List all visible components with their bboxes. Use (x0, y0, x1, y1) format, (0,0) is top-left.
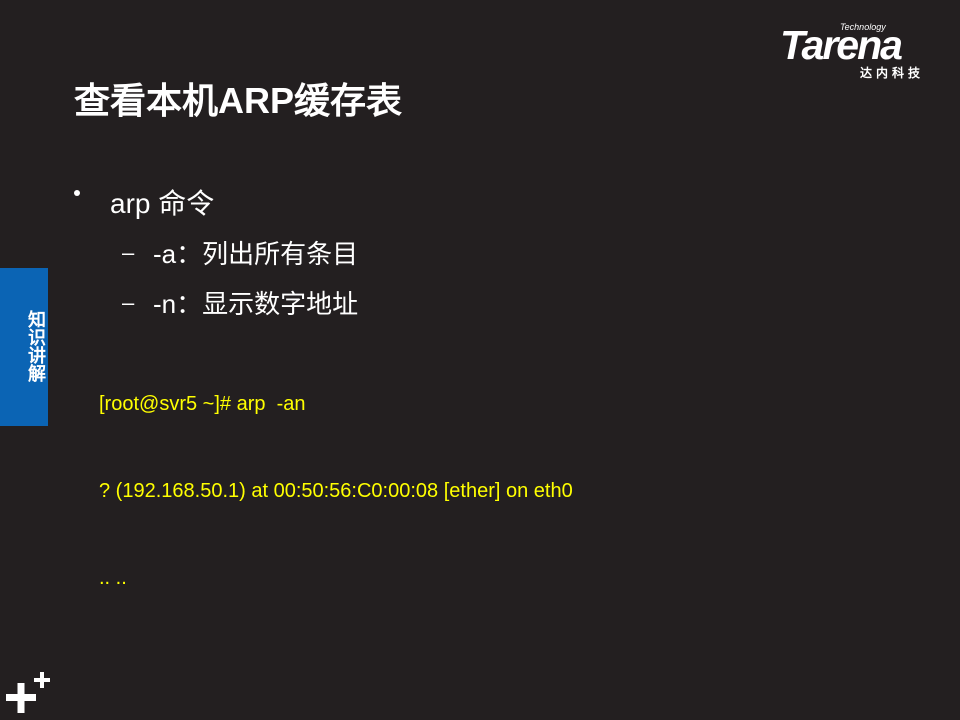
terminal-line-ellipsis: .. .. (99, 567, 127, 589)
plus-plus-icon (6, 672, 50, 713)
terminal-output: [root@svr5 ~]# arp -an ? (192.168.50.1) … (99, 332, 573, 622)
sub-item-dash: – (122, 240, 135, 265)
terminal-line-command: [root@svr5 ~]# arp -an (99, 393, 306, 415)
bullet-main-text: arp 命令 (110, 188, 215, 219)
side-tab: 知识讲解 (0, 268, 48, 426)
side-tab-label: 知识讲解 (26, 310, 46, 382)
logo-chinese-text: 达内科技 (860, 66, 925, 80)
sub-item-a-option: -a：列出所有条目 (153, 239, 359, 269)
tarena-logo: Technology Tarena 达内科技 (780, 22, 948, 84)
sub-item-n-option: -n：显示数字地址 (153, 289, 359, 319)
logo-brand-text: Tarena (780, 22, 903, 68)
bullet-dot-icon (74, 190, 80, 196)
terminal-line-result: ? (192.168.50.1) at 00:50:56:C0:00:08 [e… (99, 480, 573, 502)
sub-item-dash: – (122, 290, 135, 315)
slide-title: 查看本机ARP缓存表 (74, 80, 403, 121)
